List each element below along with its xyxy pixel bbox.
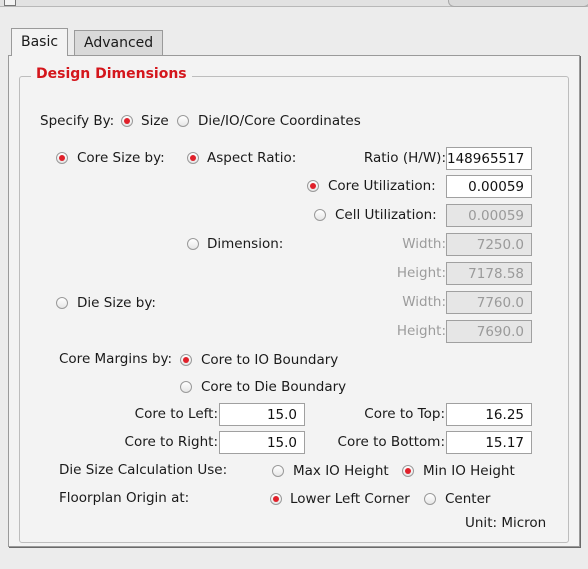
min-io-height-radio[interactable] xyxy=(402,465,414,477)
core-to-die-label[interactable]: Core to Die Boundary xyxy=(201,379,346,395)
core-to-top-field[interactable]: 16.25 xyxy=(446,403,532,426)
core-to-bottom-label: Core to Bottom: xyxy=(337,434,445,450)
lower-left-corner-label[interactable]: Lower Left Corner xyxy=(290,491,410,507)
dimension-height-field: 7178.58 xyxy=(446,262,532,285)
min-io-height-label[interactable]: Min IO Height xyxy=(423,463,515,479)
core-to-left-field[interactable]: 15.0 xyxy=(219,403,305,426)
max-io-height-label[interactable]: Max IO Height xyxy=(293,463,389,479)
core-utilization-field[interactable]: 0.00059 xyxy=(446,175,532,198)
die-width-label: Width: xyxy=(402,294,446,310)
tab-basic[interactable]: Basic xyxy=(11,28,69,56)
die-height-field: 7690.0 xyxy=(446,320,532,343)
core-to-top-label: Core to Top: xyxy=(364,406,445,422)
core-size-by-label[interactable]: Core Size by: xyxy=(77,150,165,166)
dimension-width-label: Width: xyxy=(402,236,446,252)
core-size-by-radio[interactable] xyxy=(56,152,68,164)
cell-utilization-radio[interactable] xyxy=(314,209,326,221)
dimension-width-field: 7250.0 xyxy=(446,233,532,256)
core-to-io-radio[interactable] xyxy=(180,354,192,366)
specify-by-size-label[interactable]: Size xyxy=(141,113,169,129)
lower-left-corner-radio[interactable] xyxy=(270,493,282,505)
ratio-hw-label: Ratio (H/W): xyxy=(363,150,446,166)
aspect-ratio-radio[interactable] xyxy=(187,152,199,164)
specify-by-label: Specify By: xyxy=(40,113,115,129)
tab-strip-right xyxy=(448,0,588,7)
dimension-height-label: Height: xyxy=(396,265,446,281)
die-calc-label: Die Size Calculation Use: xyxy=(59,462,228,478)
core-utilization-radio[interactable] xyxy=(307,180,319,192)
core-to-io-label[interactable]: Core to IO Boundary xyxy=(201,352,338,368)
aspect-ratio-label[interactable]: Aspect Ratio: xyxy=(207,150,296,166)
dimension-label[interactable]: Dimension: xyxy=(207,236,283,252)
core-to-right-label: Core to Right: xyxy=(124,434,218,450)
core-to-bottom-field[interactable]: 15.17 xyxy=(446,431,532,454)
specify-by-size-radio[interactable] xyxy=(121,115,133,127)
center-radio[interactable] xyxy=(424,493,436,505)
origin-label: Floorplan Origin at: xyxy=(59,490,190,506)
core-to-left-label: Core to Left: xyxy=(134,406,218,422)
die-size-by-label[interactable]: Die Size by: xyxy=(77,295,156,311)
center-label[interactable]: Center xyxy=(445,491,490,507)
core-to-right-field[interactable]: 15.0 xyxy=(219,431,305,454)
group-title: Design Dimensions xyxy=(31,66,192,82)
core-margins-label: Core Margins by: xyxy=(59,351,173,367)
die-width-field: 7760.0 xyxy=(446,291,532,314)
dimension-radio[interactable] xyxy=(187,238,199,250)
die-size-by-radio[interactable] xyxy=(56,297,68,309)
specify-by-coords-label[interactable]: Die/IO/Core Coordinates xyxy=(198,113,361,129)
core-utilization-label[interactable]: Core Utilization: xyxy=(328,178,436,194)
tab-advanced[interactable]: Advanced xyxy=(74,30,164,55)
top-strip xyxy=(0,0,588,7)
core-to-die-radio[interactable] xyxy=(180,381,192,393)
cell-utilization-label[interactable]: Cell Utilization: xyxy=(335,207,437,223)
unit-label: Unit: Micron xyxy=(465,515,547,531)
ratio-hw-field[interactable]: 148965517 xyxy=(446,147,532,170)
specify-by-coords-radio[interactable] xyxy=(177,115,189,127)
checkbox-partial[interactable] xyxy=(4,0,16,6)
max-io-height-radio[interactable] xyxy=(272,465,284,477)
cell-utilization-field: 0.00059 xyxy=(446,204,532,227)
die-height-label: Height: xyxy=(396,323,446,339)
